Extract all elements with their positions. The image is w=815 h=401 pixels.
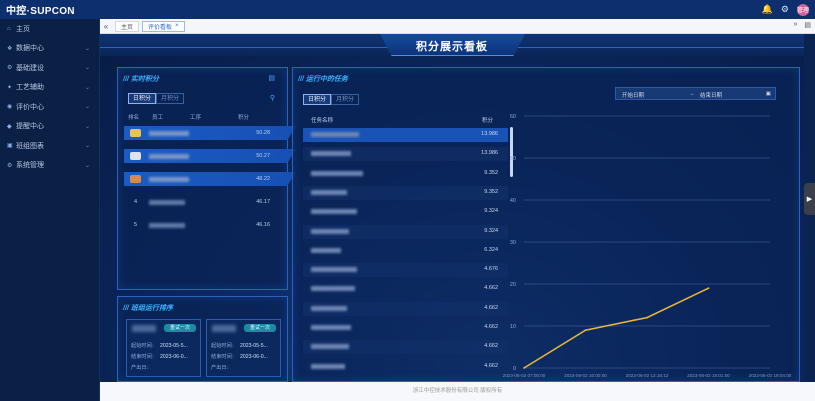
y-tick-label: 0 <box>513 366 516 372</box>
sidebar-item-home[interactable]: ⌂ 主页 <box>0 19 99 39</box>
y-tick-label: 40 <box>510 198 516 204</box>
gear-icon[interactable]: ⚙ <box>781 5 789 14</box>
chevron-down-icon: ⌄ <box>84 143 90 150</box>
y-tick-label: 20 <box>510 282 516 288</box>
x-tick-label: 2023-06-02 07:05:00 <box>503 373 546 378</box>
tab-evaluation-board[interactable]: 评价看板 × <box>142 20 185 32</box>
chevron-down-icon: ⌄ <box>84 162 90 169</box>
chevron-down-icon: ⌄ <box>84 45 90 52</box>
settings-icon: ⚙ <box>7 162 13 169</box>
data-point <box>646 316 648 319</box>
tab-menu-icon[interactable]: ▤ <box>804 21 811 29</box>
series-line <box>523 287 709 369</box>
sidebar-item-label: 评价中心 <box>16 103 44 111</box>
sidebar-item-evaluation[interactable]: ◉ 评价中心 ⌄ <box>0 97 99 117</box>
chevron-down-icon: ⌄ <box>84 84 90 91</box>
y-tick-label: 50 <box>510 156 516 162</box>
sidebar: ⌂ 主页 ❖ 数据中心 ⌄ ⚙ 基础建设 ⌄ ✦ 工艺辅助 ⌄ ◉ 评价中心 ⌄ ◆ 提醒中心 ⌄ ▣… <box>0 19 100 401</box>
x-tick-label: 2023-06-02 10:00:00 <box>564 373 607 378</box>
sidebar-item-label: 数据中心 <box>16 45 44 53</box>
data-point <box>584 329 587 332</box>
tab-bar: « 主页 评价看板 × » ▤ <box>100 19 815 34</box>
close-icon[interactable]: × <box>175 23 179 29</box>
tabs-back-icon[interactable]: « <box>100 22 112 31</box>
chart-icon: ▣ <box>7 143 13 150</box>
brand-logo: 中控·SUPCON <box>6 6 75 17</box>
sidebar-item-reminder[interactable]: ◆ 提醒中心 ⌄ <box>0 117 99 137</box>
avatar[interactable]: 管理 <box>797 3 809 16</box>
top-bar: 中控·SUPCON 🔔 ⚙ 管理 <box>0 0 815 19</box>
chevron-down-icon: ⌄ <box>84 123 90 130</box>
sidebar-item-label: 主页 <box>16 25 30 33</box>
chevron-down-icon: ⌄ <box>84 65 90 72</box>
dashboard: 积分展示看板 ///实时积分 ▤ 日积分 月积分 ⚲ 排名 员工 工序 积分 5… <box>100 34 804 382</box>
wrench-icon: ✦ <box>7 84 13 91</box>
sidebar-item-label: 提醒中心 <box>16 123 44 131</box>
tab-home[interactable]: 主页 <box>115 20 140 32</box>
eye-icon: ◉ <box>7 104 13 111</box>
home-icon: ⌂ <box>7 25 11 32</box>
sidebar-item-label: 系统管理 <box>16 162 44 170</box>
data-icon: ❖ <box>7 45 13 52</box>
y-tick-label: 10 <box>510 324 516 330</box>
sidebar-item-label: 班组图表 <box>16 142 44 150</box>
sidebar-item-process[interactable]: ✦ 工艺辅助 ⌄ <box>0 78 99 98</box>
right-panel-toggle[interactable]: ▶ <box>804 183 815 215</box>
bell-icon[interactable]: 🔔 <box>762 5 773 14</box>
sidebar-item-label: 工艺辅助 <box>16 84 44 92</box>
tabs-forward-icon[interactable]: » <box>793 21 797 29</box>
tab-label: 主页 <box>121 24 134 31</box>
sidebar-item-data-center[interactable]: ❖ 数据中心 ⌄ <box>0 39 99 59</box>
gear-icon: ⚙ <box>7 65 13 72</box>
sidebar-item-label: 基础建设 <box>16 64 44 72</box>
bell-icon: ◆ <box>7 123 12 130</box>
x-tick-label: 2023-06-02 12:18:12 <box>626 373 669 378</box>
footer: 浙江中控技术股份有限公司 版权所有 <box>100 382 815 401</box>
data-point <box>707 287 710 290</box>
data-point <box>523 367 525 369</box>
sidebar-item-team-charts[interactable]: ▣ 班组图表 ⌄ <box>0 136 99 156</box>
chevron-down-icon: ⌄ <box>84 104 90 111</box>
y-tick-label: 60 <box>510 114 516 120</box>
tab-label: 评价看板 <box>148 24 173 31</box>
x-tick-label: 2023-06-02 19:04:00 <box>749 373 792 378</box>
sidebar-item-infrastructure[interactable]: ⚙ 基础建设 ⌄ <box>0 58 99 78</box>
y-tick-label: 30 <box>510 240 516 246</box>
sidebar-item-system[interactable]: ⚙ 系统管理 ⌄ <box>0 156 99 176</box>
x-tick-label: 2023-06-02 15:01:00 <box>687 373 730 378</box>
score-line-chart: 0 10 20 30 40 50 60 2023-06-02 07:05:00 2023-06-… <box>503 114 792 378</box>
